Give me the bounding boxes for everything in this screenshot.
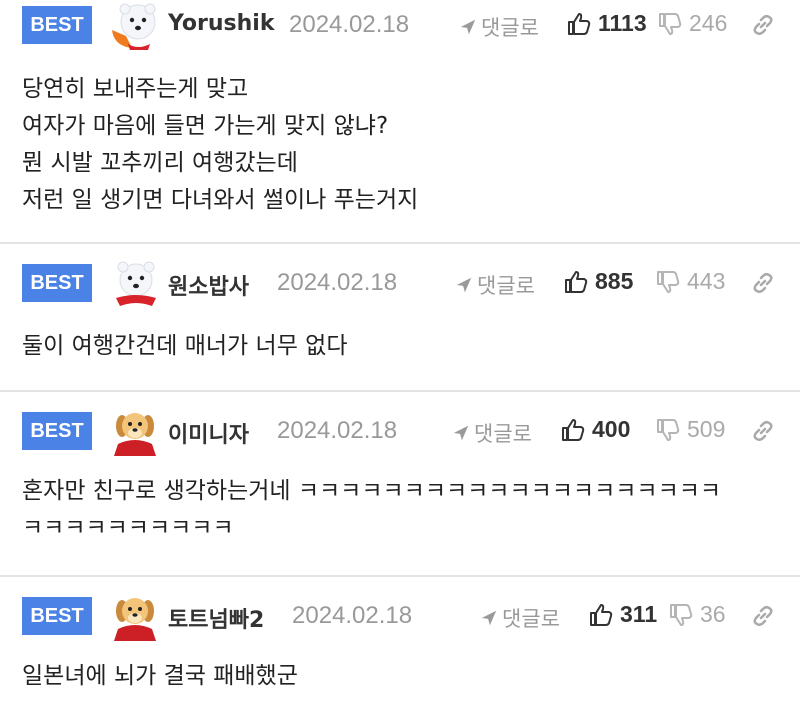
- reply-button[interactable]: 댓글로: [480, 603, 560, 633]
- comment-text-line: ㅋㅋㅋㅋㅋㅋㅋㅋㅋㅋ: [22, 515, 234, 541]
- paper-plane-icon: [456, 277, 472, 293]
- dislike-button[interactable]: 443: [655, 268, 725, 295]
- dislike-count: 443: [687, 268, 726, 294]
- link-button[interactable]: [750, 12, 776, 38]
- puppy-avatar-icon: [110, 591, 160, 641]
- comment-body: 당연히 보내주는게 맞고 여자가 마음에 들면 가는게 맞지 않냐? 뭔 시발 …: [22, 71, 780, 219]
- comment-date: 2024.02.18: [289, 11, 410, 38]
- like-count: 311: [620, 601, 658, 627]
- paper-plane-icon: [481, 610, 497, 626]
- dislike-button[interactable]: 36: [668, 601, 726, 628]
- nickname[interactable]: 원소밥사: [168, 269, 249, 301]
- polar-bear-avatar-icon: [110, 258, 160, 308]
- reply-label: 댓글로: [474, 422, 532, 446]
- best-badge: BEST: [22, 597, 92, 635]
- best-badge: BEST: [22, 412, 92, 450]
- comment-item: BEST 원소밥사 2024.02.18 댓글로 885 443 둘이 여행간건…: [0, 244, 800, 392]
- comment-body: 혼자만 친구로 생각하는거네 ㅋㅋㅋㅋㅋㅋㅋㅋㅋㅋㅋㅋㅋㅋㅋㅋㅋㅋㅋㅋ ㅋㅋㅋㅋ…: [22, 473, 780, 547]
- comment-date: 2024.02.18: [292, 602, 413, 629]
- link-icon: [753, 272, 773, 294]
- thumbs-up-icon: [562, 418, 585, 441]
- avatar[interactable]: [110, 258, 160, 308]
- dislike-count: 246: [689, 10, 728, 36]
- avatar[interactable]: [110, 406, 160, 456]
- like-count: 400: [592, 416, 631, 442]
- comment-item: BEST 이미니자 2024.02.18 댓글로 400 509 혼자만 친구로…: [0, 392, 800, 577]
- comment-meta: BEST 원소밥사 2024.02.18 댓글로 885 443: [0, 258, 800, 308]
- thumbs-down-icon: [657, 418, 680, 441]
- link-button[interactable]: [750, 270, 776, 296]
- thumbs-down-icon: [670, 603, 693, 626]
- like-button[interactable]: 1113: [566, 10, 647, 37]
- comment-text-line: 저런 일 생기면 다녀와서 썰이나 푸는거지: [22, 187, 419, 213]
- link-icon: [753, 14, 773, 36]
- dislike-button[interactable]: 509: [655, 416, 725, 443]
- comment-text-line: 둘이 여행간건데 매너가 너무 없다: [22, 333, 348, 359]
- comment-text-line: 일본녀에 뇌가 결국 패배했군: [22, 663, 298, 689]
- link-icon: [753, 605, 773, 627]
- thumbs-up-icon: [568, 12, 591, 35]
- link-button[interactable]: [750, 418, 776, 444]
- dislike-count: 36: [700, 601, 726, 627]
- comment-date: 2024.02.18: [277, 417, 398, 444]
- link-icon: [753, 420, 773, 442]
- comment-item: BEST 토트넘빠2 2024.02.18 댓글로 311 36 일본녀에 뇌가…: [0, 577, 800, 719]
- dislike-count: 509: [687, 416, 726, 442]
- nickname[interactable]: Yorushik: [168, 11, 274, 36]
- best-badge: BEST: [22, 6, 92, 44]
- comment-text-line: 여자가 마음에 들면 가는게 맞지 않냐?: [22, 113, 389, 139]
- paper-plane-icon: [453, 425, 469, 441]
- best-badge: BEST: [22, 264, 92, 302]
- reply-button[interactable]: 댓글로: [459, 12, 539, 42]
- thumbs-down-icon: [657, 270, 680, 293]
- comment-body: 일본녀에 뇌가 결국 패배했군: [22, 658, 780, 695]
- thumbs-up-icon: [565, 270, 588, 293]
- like-button[interactable]: 311: [588, 601, 657, 628]
- comment-body: 둘이 여행간건데 매너가 너무 없다: [22, 328, 780, 365]
- comment-text-line: 당연히 보내주는게 맞고: [22, 76, 249, 102]
- comment-date: 2024.02.18: [277, 269, 398, 296]
- avatar[interactable]: [110, 0, 160, 50]
- comment-text-line: 혼자만 친구로 생각하는거네 ㅋㅋㅋㅋㅋㅋㅋㅋㅋㅋㅋㅋㅋㅋㅋㅋㅋㅋㅋㅋ: [22, 478, 722, 504]
- reply-label: 댓글로: [481, 16, 539, 40]
- like-button[interactable]: 400: [560, 416, 630, 443]
- comment-meta: BEST 이미니자 2024.02.18 댓글로 400 509: [0, 406, 800, 456]
- nickname[interactable]: 이미니자: [168, 417, 249, 449]
- reply-button[interactable]: 댓글로: [452, 418, 532, 448]
- thumbs-down-icon: [659, 12, 682, 35]
- reply-label: 댓글로: [477, 274, 535, 298]
- comment-text-line: 뭔 시발 꼬추끼리 여행갔는데: [22, 150, 298, 176]
- comment-meta: BEST Yorushik 2024.02.18 댓글로 1113 246: [0, 0, 800, 50]
- dislike-button[interactable]: 246: [657, 10, 727, 37]
- nickname[interactable]: 토트넘빠2: [168, 602, 264, 634]
- like-button[interactable]: 885: [563, 268, 633, 295]
- like-count: 885: [595, 268, 634, 294]
- puppy-avatar-icon: [110, 406, 160, 456]
- comment-meta: BEST 토트넘빠2 2024.02.18 댓글로 311 36: [0, 591, 800, 641]
- link-button[interactable]: [750, 603, 776, 629]
- like-count: 1113: [598, 10, 647, 36]
- thumbs-up-icon: [590, 603, 613, 626]
- comment-item: BEST Yorushik 2024.02.18 댓글로 1113 246 당연…: [0, 0, 800, 244]
- polar-bear-avatar-icon: [110, 0, 160, 50]
- avatar[interactable]: [110, 591, 160, 641]
- reply-button[interactable]: 댓글로: [455, 270, 535, 300]
- paper-plane-icon: [460, 19, 476, 35]
- reply-label: 댓글로: [502, 607, 560, 631]
